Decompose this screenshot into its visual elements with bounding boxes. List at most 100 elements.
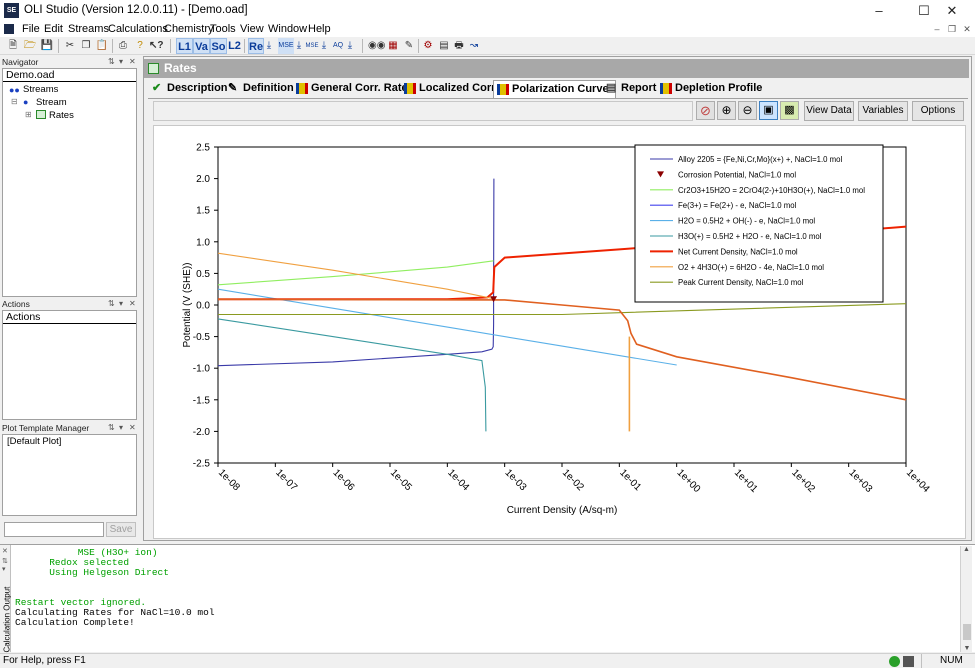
collapse-icon[interactable]: ⊟	[11, 97, 18, 106]
table-icon[interactable]: ▦	[385, 38, 401, 54]
tab-general-corr-rate[interactable]: General Corr. Rate	[293, 80, 414, 98]
tab-polarization-curve[interactable]: Polarization Curve	[493, 80, 616, 98]
close-icon[interactable]: ✕	[129, 57, 136, 66]
scrollbar-thumb[interactable]	[963, 624, 971, 640]
variables-button[interactable]: Variables	[858, 101, 908, 121]
x-tick-label: 1e+02	[789, 467, 817, 495]
series-line	[217, 252, 494, 300]
y-tick-label: 0.5	[196, 269, 210, 280]
binoculars-icon[interactable]: ◉◉	[368, 38, 385, 54]
tab-description[interactable]: ✔ Description	[149, 80, 234, 98]
report-icon[interactable]: ▤	[437, 38, 451, 54]
help-icon[interactable]: ?	[133, 38, 147, 54]
stream-icon: ●	[23, 97, 29, 107]
chart-icon[interactable]: ↝	[467, 38, 481, 54]
paste-icon[interactable]: 📋	[95, 38, 109, 54]
unit-va-button[interactable]: Va	[193, 38, 210, 54]
pin-icon[interactable]: ⇅	[108, 299, 115, 308]
x-tick-label: 1e-04	[445, 467, 471, 493]
mdi-close-icon[interactable]: ✕	[960, 22, 974, 36]
down-arrow-icon[interactable]: ⤓	[319, 38, 329, 54]
plot-area: 2.5 2.0 1.5 1.0 0.5 0.0 -0.5 -1.0 -1.5 -2.0 -2.5 1…	[153, 125, 966, 539]
no-zoom-icon[interactable]: ⊘	[696, 101, 715, 120]
rates-header: Rates	[144, 59, 969, 78]
y-tick-label: -1.0	[193, 364, 211, 375]
mdi-minimize-icon[interactable]: –	[930, 22, 944, 36]
cut-icon[interactable]: ✂	[63, 38, 77, 54]
zoom-out-icon[interactable]: ⊖	[738, 101, 757, 120]
report-icon: ▤	[606, 82, 617, 94]
output-line: Calculation Complete!	[15, 617, 135, 628]
aq-icon[interactable]: AQ	[331, 38, 345, 54]
dropdown-icon[interactable]: ▾	[119, 423, 123, 432]
export-icon[interactable]: 🖶	[452, 38, 466, 54]
y-tick-label: 0.0	[196, 301, 210, 312]
unit-re-button[interactable]: Re	[248, 38, 264, 54]
mdi-restore-icon[interactable]: ❐	[945, 22, 959, 36]
dropdown-icon[interactable]: ▾	[2, 565, 6, 573]
down-arrow-icon[interactable]: ⤓	[345, 38, 355, 54]
menu-chemistry[interactable]: Chemistry	[164, 23, 214, 35]
unit-l1-button[interactable]: L1	[176, 38, 193, 54]
close-icon[interactable]: ✕	[2, 547, 8, 555]
expand-icon[interactable]: ⊞	[25, 110, 32, 119]
unit-l2-button[interactable]: L2	[227, 38, 242, 54]
output-scrollbar[interactable]: ▲ ▼	[960, 546, 972, 652]
tab-depletion-profile[interactable]: Depletion Profile	[657, 80, 768, 98]
y-tick-label: -1.5	[193, 395, 211, 406]
menu-help[interactable]: Help	[308, 23, 331, 35]
menu-calculations[interactable]: Calculations	[108, 23, 168, 35]
tab-localized-corr[interactable]: Localized Corr.	[401, 80, 504, 98]
status-ok-icon	[889, 656, 900, 667]
mse-srk-icon[interactable]: MSE	[305, 38, 319, 54]
doc-icon[interactable]	[4, 24, 14, 34]
down-arrow-icon[interactable]: ⤓	[264, 38, 274, 54]
tree-stream[interactable]: Stream	[36, 97, 67, 108]
new-icon[interactable]: 🗎	[6, 38, 20, 54]
legend-label: Fe(3+) = Fe(2+) - e, NaCl=1.0 mol	[678, 201, 797, 210]
template-item[interactable]: [Default Plot]	[3, 435, 136, 448]
copy-plot-icon[interactable]: ▩	[780, 101, 799, 120]
y-tick-label: 2.5	[196, 143, 210, 154]
pin-icon[interactable]: ⇅	[108, 423, 115, 432]
close-icon[interactable]: ✕	[929, 0, 975, 22]
edit-icon[interactable]: ✎	[402, 38, 416, 54]
navigator-file[interactable]: Demo.oad	[3, 69, 136, 82]
fit-icon[interactable]: ▣	[759, 101, 778, 120]
menu-edit[interactable]: Edit	[44, 23, 63, 35]
y-axis-label: Potential (V (SHE))	[182, 262, 193, 347]
template-name-input[interactable]	[4, 522, 104, 537]
menu-window[interactable]: Window	[268, 23, 307, 35]
pin-icon[interactable]: ⇅	[2, 557, 8, 565]
legend-label: H2O = 0.5H2 + OH(-) - e, NaCl=1.0 mol	[678, 217, 815, 226]
zoom-in-icon[interactable]: ⊕	[717, 101, 736, 120]
options-button[interactable]: Options	[912, 101, 964, 121]
copy-icon[interactable]: ❐	[79, 38, 93, 54]
pin-icon[interactable]: ⇅	[108, 57, 115, 66]
view-data-button[interactable]: View Data	[804, 101, 854, 121]
tools-icon[interactable]: ⚙	[421, 38, 435, 54]
dropdown-icon[interactable]: ▾	[119, 57, 123, 66]
close-icon[interactable]: ✕	[129, 423, 136, 432]
print-icon[interactable]: ⎙	[116, 38, 130, 54]
mse-icon[interactable]: MSE	[278, 38, 294, 54]
save-button[interactable]: Save	[106, 522, 136, 537]
close-icon[interactable]: ✕	[129, 299, 136, 308]
tab-report[interactable]: ▤ Report	[603, 80, 662, 98]
dropdown-icon[interactable]: ▾	[119, 299, 123, 308]
tree-streams[interactable]: Streams	[23, 84, 58, 95]
open-icon[interactable]: 🗁	[23, 38, 37, 54]
unit-so-button[interactable]: So	[210, 38, 227, 54]
polarization-chart: 2.5 2.0 1.5 1.0 0.5 0.0 -0.5 -1.0 -1.5 -2.0 -2.5 1…	[182, 143, 932, 517]
tab-definition[interactable]: ✎ Definition	[225, 80, 300, 98]
tree-rates[interactable]: Rates	[49, 110, 74, 121]
save-icon[interactable]: 💾	[40, 38, 54, 54]
minimize-icon[interactable]: –	[856, 0, 902, 22]
menu-tools[interactable]: Tools	[210, 23, 236, 35]
menu-file[interactable]: File	[22, 23, 40, 35]
down-arrow-icon[interactable]: ⤓	[294, 38, 304, 54]
context-help-icon[interactable]: ↖?	[149, 38, 164, 54]
menu-streams[interactable]: Streams	[68, 23, 109, 35]
menu-view[interactable]: View	[240, 23, 264, 35]
